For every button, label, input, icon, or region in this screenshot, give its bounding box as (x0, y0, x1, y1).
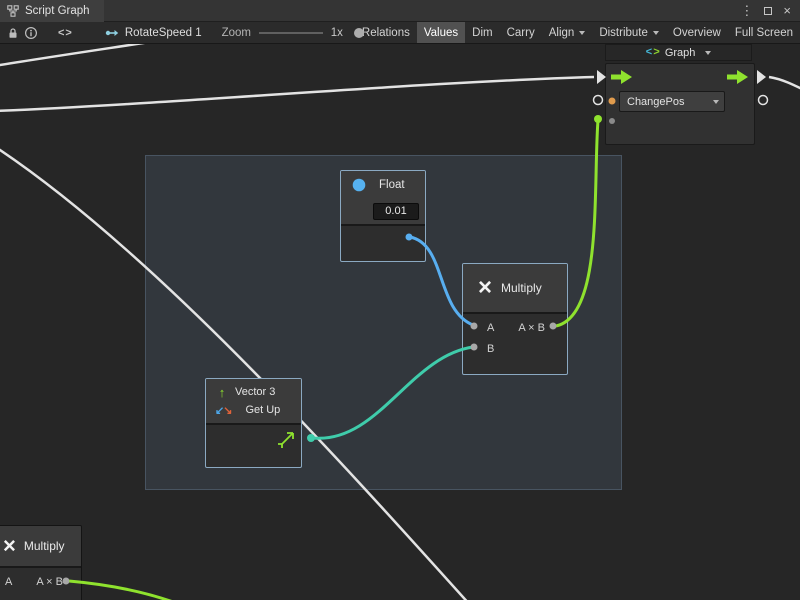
graph-pill-label: Graph (665, 47, 696, 59)
zoom-slider-handle[interactable] (354, 28, 364, 38)
dropdown-caret-icon (579, 31, 585, 35)
toolbar-buttons: Relations Values Dim Carry Align Distrib… (355, 22, 800, 44)
values-button[interactable]: Values (417, 22, 465, 44)
lock-icon[interactable] (6, 22, 20, 44)
node-divider (0, 566, 81, 568)
arrow-down-right-icon: ↘ (223, 404, 232, 417)
wire-white-3[interactable] (769, 77, 800, 91)
vector3-get-up-node[interactable]: ↑ Vector 3 ↙ ↘ Get Up (205, 378, 302, 468)
input-b-label: B (487, 343, 494, 355)
multiply-partial-title: Multiply (24, 539, 65, 553)
port-row-b: B (463, 338, 567, 359)
zoom-value: 1x (331, 27, 343, 39)
green-wire-endpoint[interactable] (594, 115, 602, 123)
tab-script-graph[interactable]: Script Graph (0, 0, 104, 22)
multiply-partial-header: × Multiply (0, 526, 81, 566)
kebab-menu-icon[interactable]: ⋮ (740, 1, 753, 21)
code-angle-left-icon: < (646, 47, 653, 59)
overview-button[interactable]: Overview (666, 22, 728, 44)
float-node[interactable]: Float 0.01 (340, 170, 426, 262)
fullscreen-button[interactable]: Full Screen (728, 22, 800, 44)
multiply-icon: × (478, 276, 492, 300)
flow-out-arrow-icon[interactable] (757, 70, 766, 84)
script-graph-window: Script Graph ⋮ × <> (0, 0, 800, 600)
node-divider (206, 423, 301, 425)
float-type-icon (352, 178, 366, 192)
graph-canvas[interactable]: Float 0.01 × Multiply A A × B (0, 44, 800, 600)
multiply-icon: × (3, 535, 16, 557)
input-a-label: A (5, 576, 12, 588)
changepos-value: ChangePos (627, 96, 685, 108)
multiply-node[interactable]: × Multiply A A × B B (462, 263, 568, 375)
changepos-dropdown[interactable]: ChangePos (619, 91, 725, 112)
graph-breadcrumb-label: RotateSpeed 1 (125, 27, 202, 39)
left-connection-circle[interactable] (594, 96, 603, 105)
window-title: Script Graph (25, 5, 90, 17)
vector3-subtitle: Get Up (245, 404, 280, 416)
graph-breadcrumb[interactable]: RotateSpeed 1 (105, 27, 202, 39)
zoom-slider-track (259, 32, 323, 34)
port-row-a: A A × B (463, 317, 567, 338)
zoom-slider[interactable] (259, 22, 323, 44)
relations-button[interactable]: Relations (355, 22, 417, 44)
distribute-button[interactable]: Distribute (592, 22, 666, 44)
distribute-button-label: Distribute (599, 27, 648, 39)
dropdown-caret-icon (653, 31, 659, 35)
close-icon[interactable]: × (783, 1, 791, 21)
graph-icon (7, 5, 19, 17)
float-node-header: Float (341, 171, 425, 198)
input-a-label: A (487, 322, 494, 334)
dropdown-caret-icon (713, 100, 719, 104)
code-angle-right-icon: > (653, 47, 660, 59)
right-connection-circle[interactable] (759, 96, 768, 105)
dropdown-caret-icon (705, 51, 711, 55)
wire-white-1[interactable] (0, 44, 176, 66)
up-arrow-icon: ↑ (215, 385, 229, 400)
vector3-node-title: Vector 3 (235, 386, 275, 398)
changepos-node[interactable]: ChangePos (605, 63, 755, 145)
graph-pill[interactable]: < > Graph (605, 44, 752, 61)
output-axb-label: A × B (518, 322, 545, 334)
dim-button[interactable]: Dim (465, 22, 499, 44)
wire-white-2[interactable] (0, 77, 594, 111)
float-value-input[interactable]: 0.01 (373, 203, 419, 220)
carry-button[interactable]: Carry (500, 22, 542, 44)
multiply-node-partial[interactable]: × Multiply A A × B (0, 525, 82, 600)
align-button[interactable]: Align (542, 22, 593, 44)
wire-multiply-partial-out[interactable] (69, 581, 196, 600)
maximize-icon[interactable] (764, 1, 772, 21)
info-icon[interactable] (24, 22, 38, 44)
port-row-a: A A × B (0, 571, 81, 592)
output-axb-label: A × B (36, 576, 63, 588)
align-button-label: Align (549, 27, 575, 39)
node-divider (341, 224, 425, 226)
multiply-node-title: Multiply (501, 281, 542, 295)
multiply-ports: A A × B B (463, 314, 567, 359)
vector3-node-header: ↑ Vector 3 ↙ ↘ Get Up (206, 379, 301, 423)
float-value: 0.01 (385, 205, 406, 217)
multiply-node-header: × Multiply (463, 264, 567, 312)
toolbar: <> RotateSpeed 1 Zoom 1x Relations Value… (0, 22, 800, 44)
script-machine-icon (105, 27, 119, 39)
zoom-label: Zoom (222, 27, 251, 39)
code-icon-button[interactable]: <> (58, 22, 73, 44)
float-value-row: 0.01 (341, 198, 425, 224)
window-titlebar: Script Graph ⋮ × (0, 0, 800, 22)
window-controls: ⋮ × (740, 1, 800, 21)
float-node-title: Float (379, 179, 405, 191)
